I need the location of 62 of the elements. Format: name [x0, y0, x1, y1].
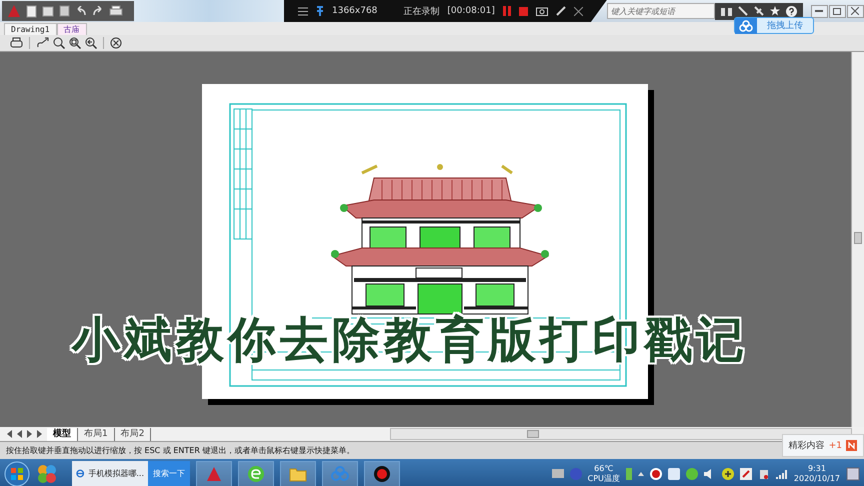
close-icon — [851, 7, 860, 15]
upload-label: 拖拽上传 — [767, 20, 803, 32]
search-field[interactable]: 键入关键字或短语 — [606, 3, 715, 19]
start-button[interactable] — [4, 460, 30, 486]
minimize-icon — [815, 10, 824, 12]
pin-icon[interactable] — [316, 6, 324, 16]
restore-button[interactable] — [828, 4, 846, 18]
browser-title: 手机模拟器哪... — [88, 468, 144, 479]
menu-icon[interactable] — [298, 6, 308, 16]
undo-icon[interactable] — [75, 6, 87, 16]
show-desktop-icon[interactable] — [846, 466, 860, 480]
colorful-circles-icon[interactable] — [36, 462, 58, 484]
close-preview-icon[interactable] — [110, 37, 122, 49]
zoom-window-icon[interactable] — [69, 37, 81, 49]
triangle-logo-icon — [206, 466, 222, 482]
recording-status: 正在录制 — [403, 6, 440, 18]
flag-icon[interactable] — [740, 468, 752, 480]
document-tab[interactable]: Drawing1 — [4, 23, 57, 35]
minimize-button[interactable] — [810, 4, 828, 18]
document-tab[interactable]: 古庙 — [56, 23, 87, 35]
redo-icon[interactable] — [92, 6, 104, 16]
recording-timer: [00:08:01] — [447, 6, 495, 16]
folder-icon — [289, 466, 307, 482]
star-icon[interactable] — [770, 6, 780, 16]
pause-icon[interactable] — [502, 6, 511, 16]
browser-icon — [76, 467, 84, 480]
notification-popup[interactable]: 精彩内容 +1 — [782, 434, 864, 457]
print-icon[interactable] — [109, 5, 123, 17]
plus-icon[interactable] — [722, 468, 734, 480]
search-button[interactable]: 搜索一下 — [148, 460, 190, 486]
taskbar-browser-item[interactable]: 手机模拟器哪... — [72, 460, 148, 486]
pan-icon[interactable] — [36, 37, 49, 49]
zoom-icon[interactable] — [53, 37, 65, 49]
upload-badge[interactable]: 拖拽上传 — [734, 17, 814, 34]
pencil-icon[interactable] — [556, 6, 566, 16]
cpu-temperature-label: CPU温度 — [588, 474, 620, 484]
record-icon[interactable] — [650, 468, 662, 480]
taskbar-app-button[interactable] — [364, 460, 400, 486]
zoom-previous-icon[interactable] — [85, 37, 97, 49]
stop-icon[interactable] — [518, 6, 528, 16]
command-prompt: 按住拾取键并垂直拖动以进行缩放，按 ESC 或 ENTER 键退出，或者单击鼠标右键显示快捷菜单。 — [6, 445, 354, 456]
notification-text: 精彩内容 — [788, 440, 825, 452]
print-icon[interactable] — [10, 37, 23, 49]
cpu-temperature: 66℃ — [594, 464, 614, 474]
signal-icon[interactable] — [776, 468, 788, 478]
close-button[interactable] — [846, 4, 864, 18]
clock-time: 9:31 — [808, 464, 826, 474]
taskbar-app-button[interactable] — [238, 460, 274, 486]
notification-count: +1 — [828, 440, 842, 450]
resolution-label: 1366x768 — [332, 6, 378, 16]
e-logo-icon — [247, 464, 265, 482]
new-file-icon[interactable] — [26, 4, 37, 18]
horizontal-scrollbar[interactable] — [390, 428, 852, 440]
restore-icon — [833, 8, 842, 14]
vertical-scrollbar[interactable] — [851, 52, 864, 427]
news-icon — [846, 440, 857, 451]
close-icon[interactable] — [574, 6, 583, 16]
camera-icon[interactable] — [536, 6, 548, 16]
clock-date: 2020/10/17 — [794, 474, 840, 484]
record-icon — [373, 464, 391, 482]
layout-tab[interactable]: 模型 — [47, 428, 78, 440]
caret-icon[interactable] — [638, 472, 644, 476]
